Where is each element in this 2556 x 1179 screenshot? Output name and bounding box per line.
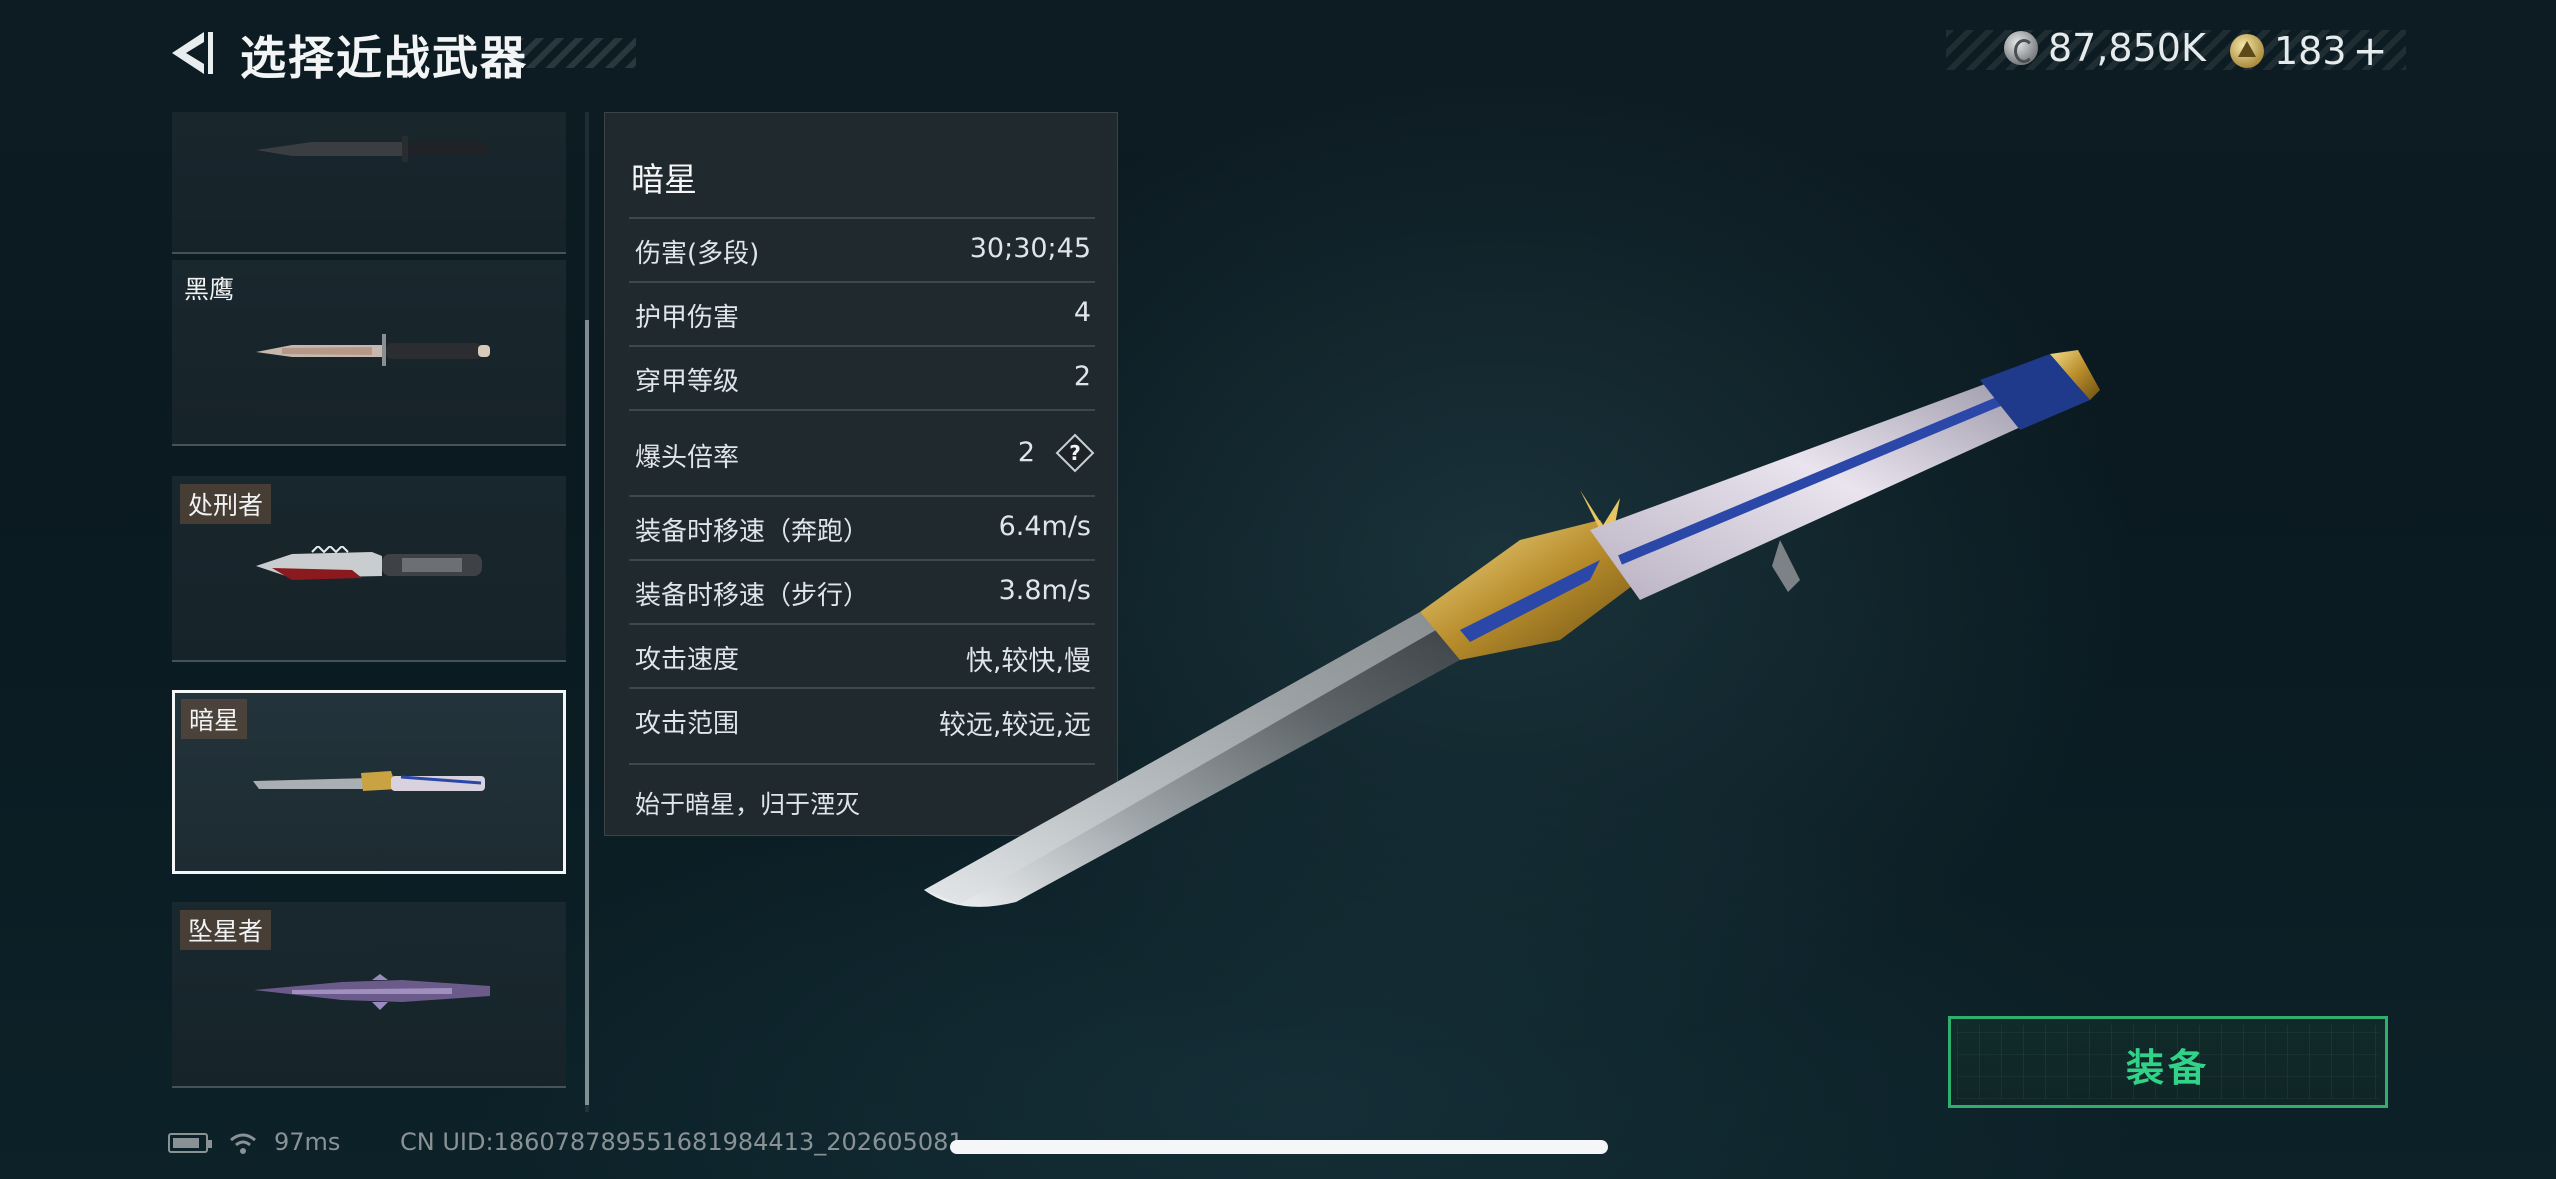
- weapon-list[interactable]: 黑鹰 处刑者 暗星 坠星者: [170, 112, 570, 1112]
- add-currency-button[interactable]: +: [2353, 26, 2388, 75]
- network-latency: 97ms: [274, 1128, 341, 1156]
- weapon-card-label: 坠星者: [180, 910, 272, 950]
- star-faller-knife-icon: [254, 974, 490, 1010]
- stat-label: 伤害(多段): [635, 239, 760, 269]
- tactical-knife-icon: [256, 136, 488, 162]
- gold-coin-icon: [2230, 33, 2264, 68]
- gold-currency[interactable]: 183 +: [2230, 26, 2388, 75]
- gold-amount: 183: [2274, 28, 2347, 73]
- silver-amount: 87,850K: [2048, 26, 2206, 70]
- weapon-card-executioner[interactable]: 处刑者: [172, 476, 566, 662]
- silver-currency: 87,850K: [2004, 26, 2206, 70]
- home-indicator[interactable]: [950, 1140, 1608, 1154]
- stat-label: 爆头倍率: [635, 443, 740, 473]
- equip-button-label: 装备: [2125, 1046, 2210, 1090]
- list-scrollbar-thumb[interactable]: [585, 320, 589, 1105]
- stat-value: 4: [1073, 297, 1091, 328]
- stat-row-damage: 伤害(多段) 30;30;45: [629, 217, 1095, 283]
- dark-star-knife-icon: [253, 771, 485, 791]
- equip-button[interactable]: 装备: [1948, 1016, 2388, 1108]
- stat-label: 护甲伤害: [635, 303, 740, 333]
- weapon-card-label: 黑鹰: [184, 275, 235, 304]
- stat-label: 穿甲等级: [635, 367, 740, 397]
- executioner-knife-icon: [256, 546, 482, 580]
- weapon-card-label: 处刑者: [180, 484, 272, 524]
- weapon-card-label: 暗星: [181, 699, 248, 739]
- stat-value: 30;30;45: [969, 233, 1091, 264]
- stat-label: 攻击速度: [635, 645, 740, 675]
- back-arrow-icon[interactable]: [164, 26, 218, 80]
- weapon-card-dark-star[interactable]: 暗星: [172, 690, 566, 874]
- weapon-card-tactical-knife[interactable]: [172, 112, 566, 254]
- battery-icon: [168, 1133, 212, 1153]
- title-decoration: [516, 38, 636, 68]
- weapon-description: 始于暗星，归于湮灭: [635, 790, 861, 819]
- stat-label: 装备时移速（奔跑）: [635, 517, 870, 547]
- user-uid: CN UID:1860787895516819844​13_202605081: [400, 1128, 964, 1156]
- stat-label: 攻击范围: [635, 709, 740, 739]
- page-title: 选择近战武器: [240, 31, 528, 85]
- wifi-icon: [230, 1133, 256, 1154]
- silver-coin-icon: [2004, 31, 2038, 65]
- stat-label: 装备时移速（步行）: [635, 581, 870, 611]
- black-eagle-knife-icon: [256, 334, 490, 366]
- weapon-name: 暗星: [631, 160, 697, 199]
- weapon-card-black-eagle[interactable]: 黑鹰: [172, 260, 566, 446]
- weapon-card-star-faller[interactable]: 坠星者: [172, 902, 566, 1088]
- weapon-preview-image[interactable]: [900, 330, 2100, 950]
